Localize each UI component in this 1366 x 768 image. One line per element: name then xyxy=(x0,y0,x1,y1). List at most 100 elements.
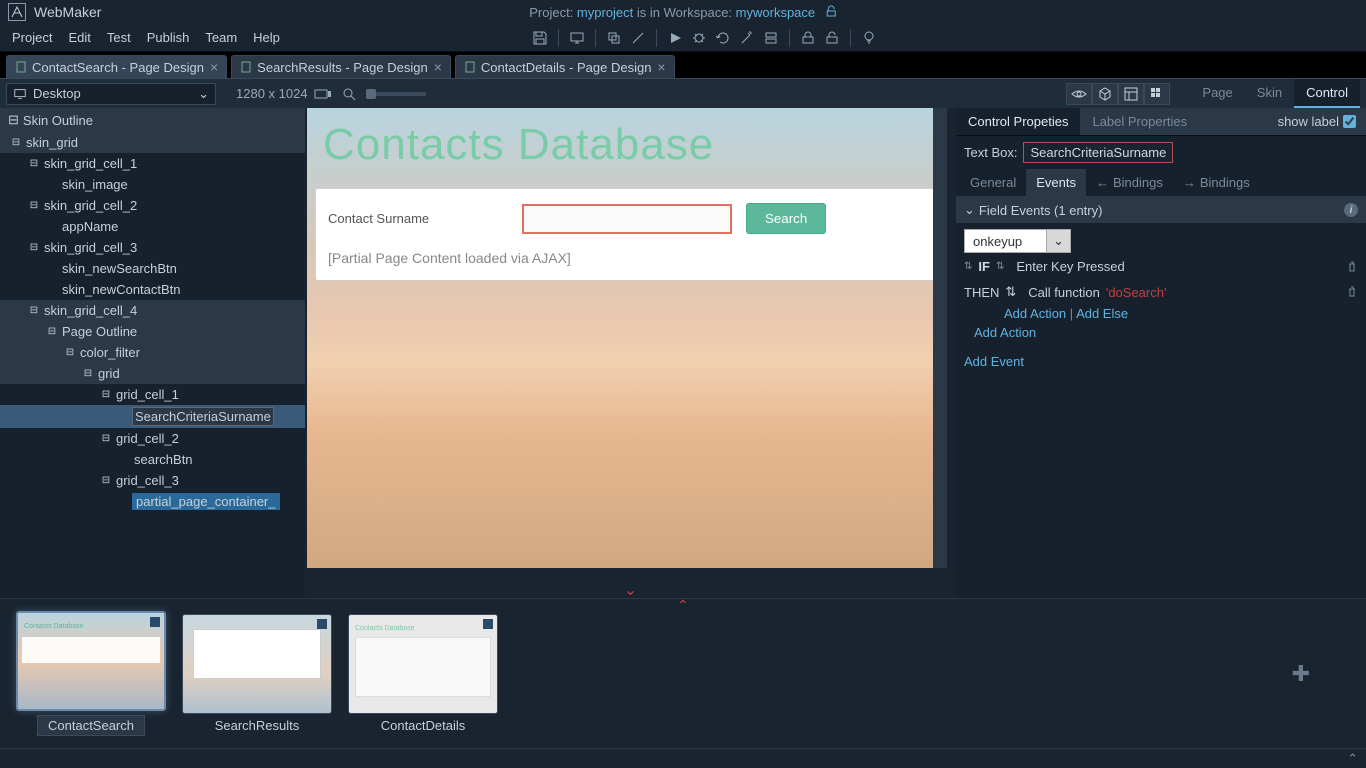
show-label-toggle[interactable]: show label xyxy=(1268,108,1366,135)
unlock-toolbar-icon[interactable] xyxy=(820,26,844,50)
sort-icon[interactable]: ⇅ xyxy=(964,261,972,272)
brush-icon[interactable] xyxy=(626,26,650,50)
doc-tab-contactsearch[interactable]: ContactSearch - Page Design × xyxy=(6,55,227,78)
tree-node[interactable]: ⊟skin_grid_cell_4 xyxy=(0,300,305,321)
event-type-select[interactable]: onkeyup ⌄ xyxy=(964,229,1071,253)
doc-tab-searchresults[interactable]: SearchResults - Page Design × xyxy=(231,55,451,78)
tree-node[interactable]: ⊟grid_cell_2 xyxy=(0,428,305,449)
vertical-scrollbar[interactable] xyxy=(933,108,947,568)
add-action-link-outer[interactable]: Add Action xyxy=(974,325,1036,340)
thumb-searchresults[interactable]: SearchResults xyxy=(182,614,332,733)
tree-node[interactable]: ⊟grid xyxy=(0,363,305,384)
device-selector[interactable]: Desktop ⌄ xyxy=(6,83,216,105)
menu-publish[interactable]: Publish xyxy=(139,26,198,49)
show-label-checkbox[interactable] xyxy=(1343,115,1356,128)
add-else-link[interactable]: Add Else xyxy=(1076,306,1128,321)
collapse-icon[interactable]: ⊟ xyxy=(64,347,76,358)
collapse-icon[interactable]: ⊟ xyxy=(46,326,58,337)
thumb-contactsearch[interactable]: Contacts Database ContactSearch xyxy=(16,611,166,736)
close-icon[interactable]: × xyxy=(210,59,218,75)
add-page-icon[interactable]: ✚ xyxy=(1292,661,1310,687)
delete-icon[interactable] xyxy=(1346,286,1358,298)
close-icon[interactable]: × xyxy=(434,59,442,75)
add-event-link[interactable]: Add Event xyxy=(964,354,1024,369)
save-icon[interactable] xyxy=(528,26,552,50)
lock-icon[interactable] xyxy=(796,26,820,50)
orientation-icon[interactable] xyxy=(312,83,334,105)
layout-icon[interactable] xyxy=(1118,83,1144,105)
sub-tab-bindings-in[interactable]: ← Bindings xyxy=(1086,169,1173,196)
field-events-header[interactable]: ⌄ Field Events (1 entry) i xyxy=(956,197,1366,223)
tree-node[interactable]: skin_image xyxy=(0,174,305,195)
right-tab-page[interactable]: Page xyxy=(1190,79,1244,108)
menu-help[interactable]: Help xyxy=(245,26,288,49)
cube-icon[interactable] xyxy=(1092,83,1118,105)
tree-node[interactable]: skin_newSearchBtn xyxy=(0,258,305,279)
copy-icon[interactable] xyxy=(602,26,626,50)
prop-tab-control[interactable]: Control Propeties xyxy=(956,108,1080,135)
if-condition-text[interactable]: Enter Key Pressed xyxy=(1016,259,1124,274)
canvas-scroll[interactable]: Contacts Database Contact Surname Search… xyxy=(305,108,956,598)
thumb-contactdetails[interactable]: Contacts Database ContactDetails xyxy=(348,614,498,733)
collapse-icon[interactable]: ⊟ xyxy=(10,137,22,148)
sort-icon[interactable]: ⇅ xyxy=(1005,284,1016,300)
tree-node[interactable]: ⊟grid_cell_1 xyxy=(0,384,305,405)
info-icon[interactable]: i xyxy=(1344,203,1358,217)
menu-test[interactable]: Test xyxy=(99,26,139,49)
skin-outline-header[interactable]: ⊟ Skin Outline xyxy=(0,108,305,132)
tree-node[interactable]: ⊟skin_grid_cell_2 xyxy=(0,195,305,216)
collapse-icon[interactable]: ⊟ xyxy=(28,158,40,169)
sub-tab-general[interactable]: General xyxy=(960,169,1026,196)
tree-node[interactable]: ⊟Page Outline xyxy=(0,321,305,342)
delete-icon[interactable] xyxy=(1346,261,1358,273)
menu-team[interactable]: Team xyxy=(197,26,245,49)
menu-edit[interactable]: Edit xyxy=(60,26,98,49)
collapse-icon[interactable]: ⊟ xyxy=(28,242,40,253)
tree-node[interactable]: searchBtn xyxy=(0,449,305,470)
monitor-icon[interactable] xyxy=(565,26,589,50)
server-icon[interactable] xyxy=(759,26,783,50)
collapse-icon[interactable]: ⊟ xyxy=(100,389,112,400)
wand-icon[interactable] xyxy=(735,26,759,50)
zoom-icon[interactable] xyxy=(338,83,360,105)
search-button[interactable]: Search xyxy=(746,203,826,234)
tree-node[interactable]: ⊟skin_grid_cell_1 xyxy=(0,153,305,174)
sub-tab-events[interactable]: Events xyxy=(1026,169,1086,196)
tree-node[interactable]: partial_page_container_ xyxy=(0,491,305,512)
grid-icon[interactable] xyxy=(1144,83,1170,105)
refresh-icon[interactable] xyxy=(711,26,735,50)
tree-node[interactable]: ⊟color_filter xyxy=(0,342,305,363)
field-name-box[interactable]: SearchCriteriaSurname xyxy=(1023,142,1173,163)
collapse-icon[interactable]: ⊟ xyxy=(28,200,40,211)
collapse-icon[interactable]: ⊟ xyxy=(82,368,94,379)
chevron-up-icon[interactable]: ⌃ xyxy=(1347,751,1358,767)
right-tab-control[interactable]: Control xyxy=(1294,79,1360,108)
then-function-name[interactable]: 'doSearch' xyxy=(1106,285,1167,300)
tree-node[interactable]: ⊟skin_grid_cell_3 xyxy=(0,237,305,258)
collapse-icon[interactable]: ⊟ xyxy=(100,433,112,444)
prop-tab-label[interactable]: Label Properties xyxy=(1080,108,1199,135)
collapse-up-icon[interactable]: ⌃ xyxy=(677,597,689,614)
design-canvas[interactable]: Contacts Database Contact Surname Search… xyxy=(307,108,947,568)
tree-node[interactable]: ⊟skin_grid xyxy=(0,132,305,153)
sort-icon[interactable]: ⇅ xyxy=(996,261,1004,272)
preview-icon[interactable] xyxy=(1066,83,1092,105)
tree-node[interactable]: SearchCriteriaSurname xyxy=(0,405,305,428)
close-icon[interactable]: × xyxy=(657,59,665,75)
tree-node[interactable]: appName xyxy=(0,216,305,237)
tree-node[interactable]: skin_newContactBtn xyxy=(0,279,305,300)
menu-project[interactable]: Project xyxy=(4,26,60,49)
tree-node[interactable]: ⊟grid_cell_3 xyxy=(0,470,305,491)
expand-down-icon[interactable]: ⌄ xyxy=(624,580,637,598)
right-tab-skin[interactable]: Skin xyxy=(1245,79,1294,108)
surname-input[interactable] xyxy=(522,204,732,234)
collapse-icon[interactable]: ⊟ xyxy=(28,305,40,316)
play-icon[interactable] xyxy=(663,26,687,50)
add-action-link[interactable]: Add Action xyxy=(1004,306,1066,321)
debug-icon[interactable] xyxy=(687,26,711,50)
bulb-icon[interactable] xyxy=(857,26,881,50)
collapse-icon[interactable]: ⊟ xyxy=(100,475,112,486)
unlock-icon[interactable] xyxy=(825,5,837,20)
sub-tab-bindings-out[interactable]: → Bindings xyxy=(1173,169,1260,196)
doc-tab-contactdetails[interactable]: ContactDetails - Page Design × xyxy=(455,55,675,78)
